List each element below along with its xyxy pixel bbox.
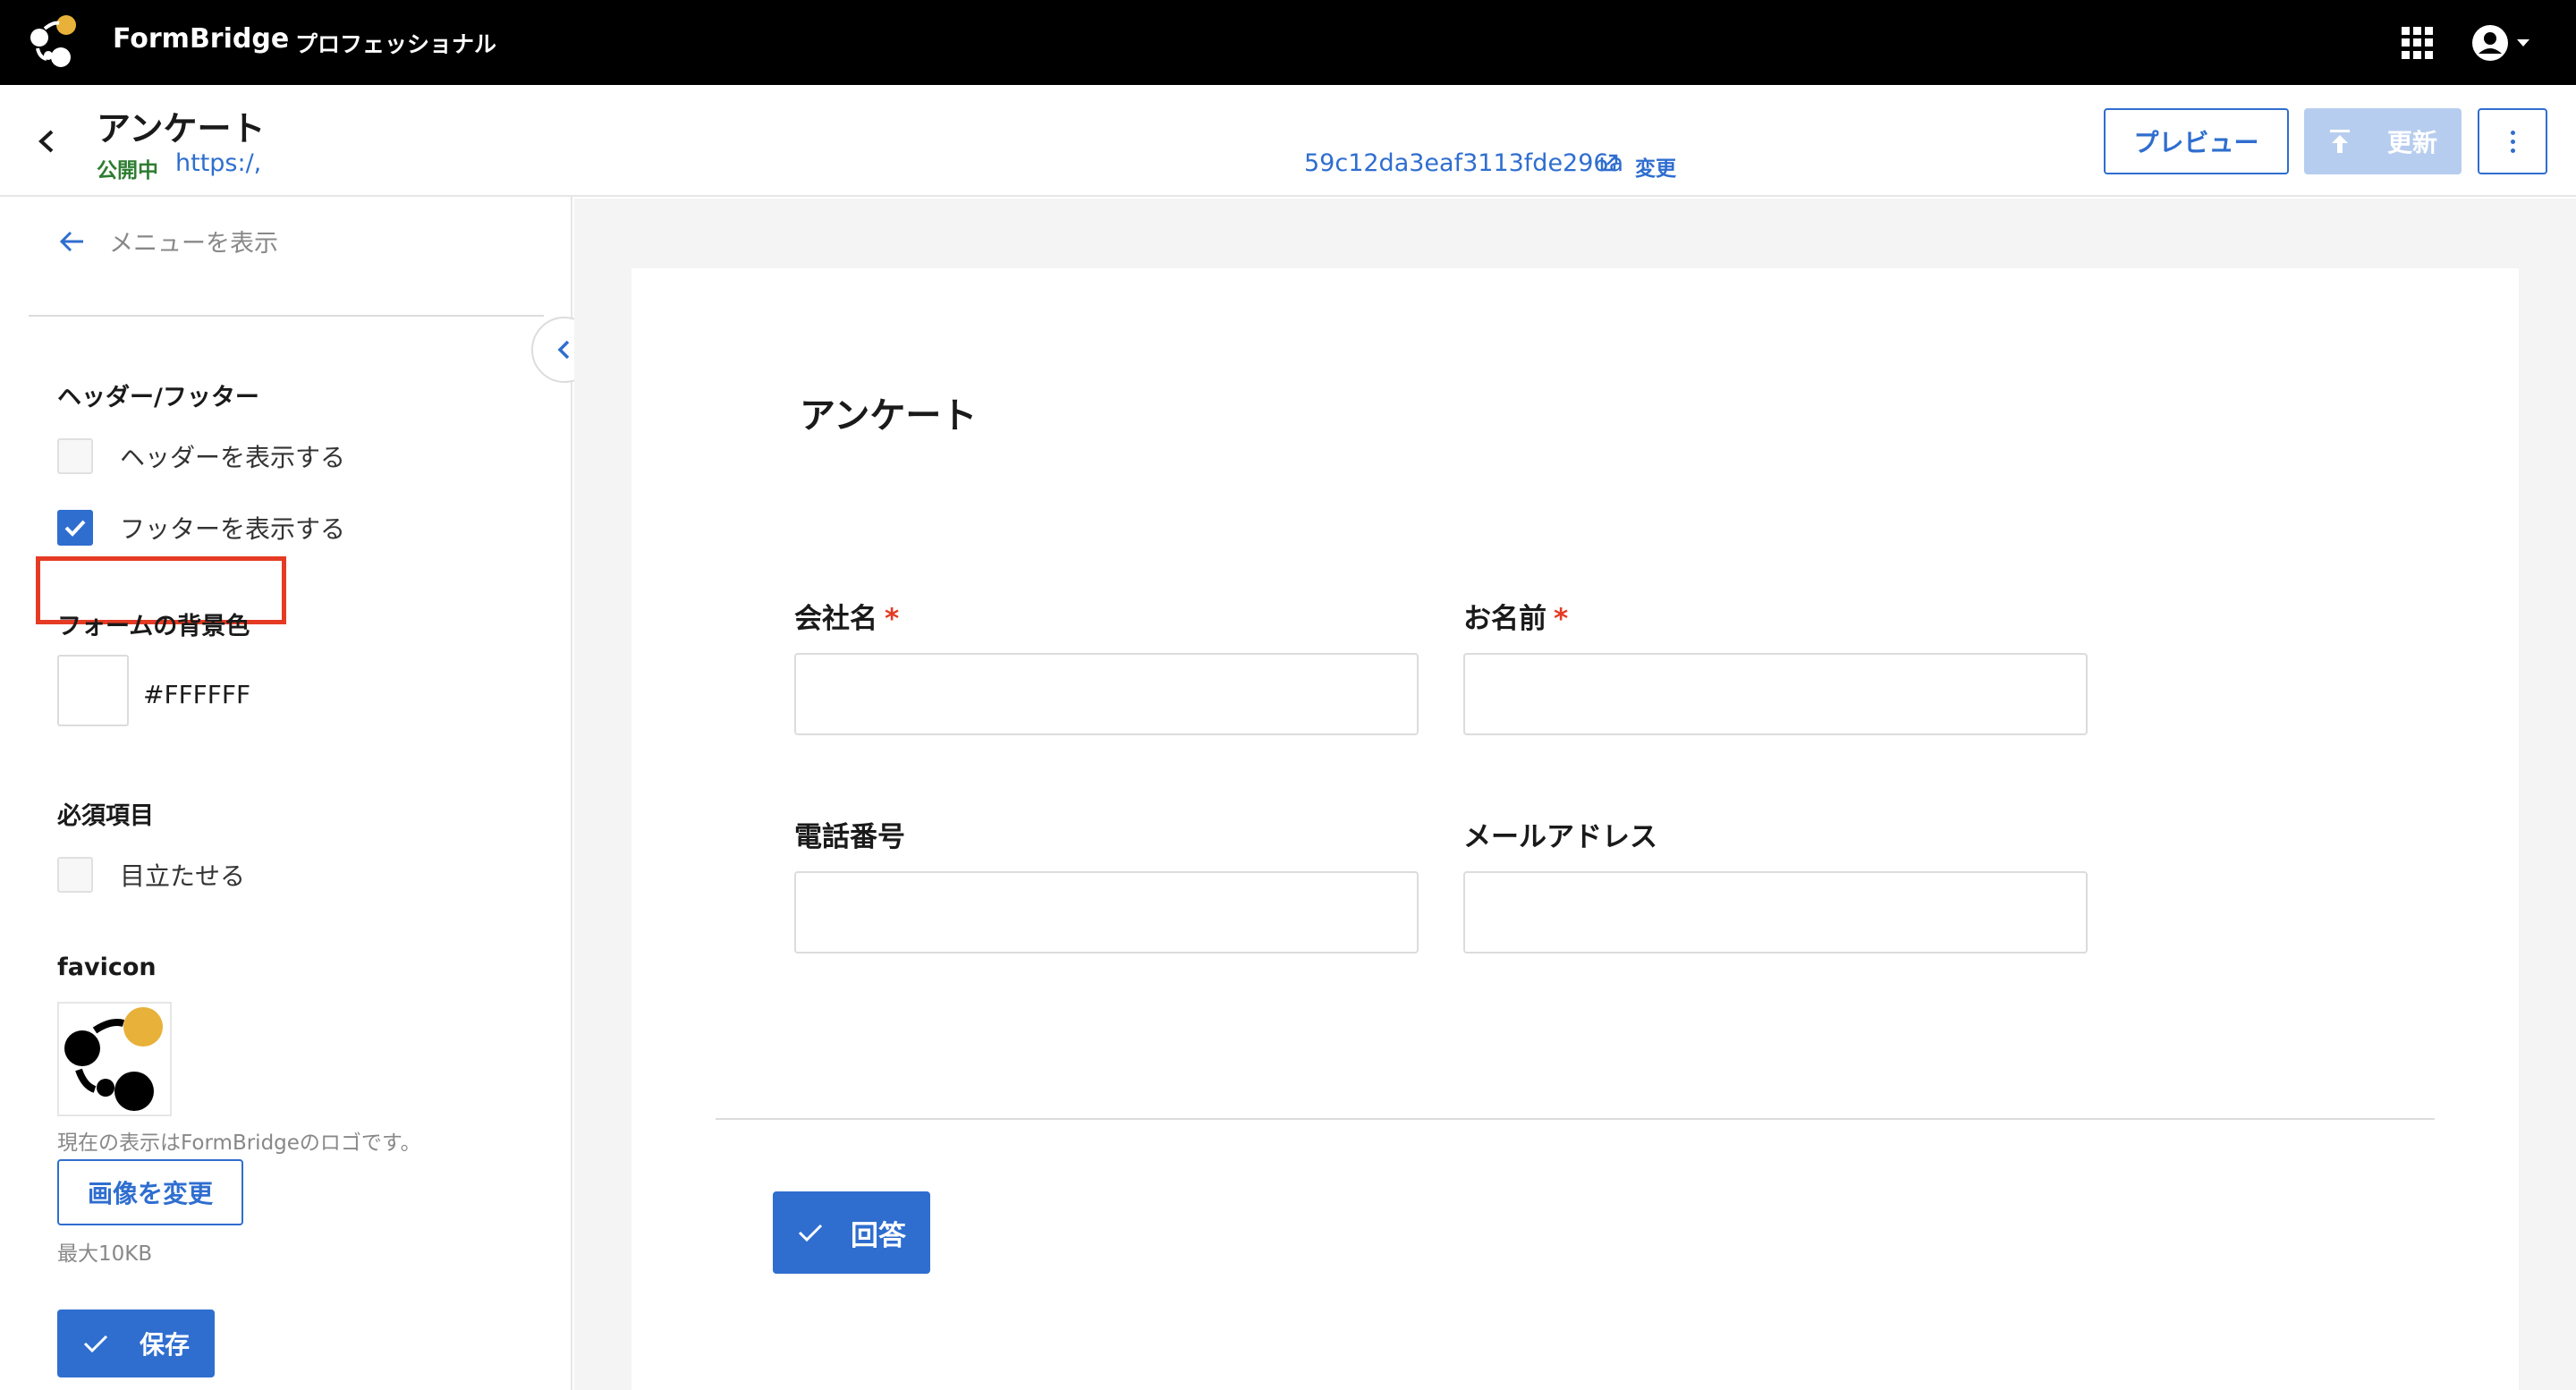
max-size-note: 最大10KB <box>57 1242 153 1266</box>
submit-button-label: 回答 <box>851 1219 906 1252</box>
settings-sidebar: メニューを表示 ヘッダー/フッター ヘッダーを表示する フッターを表示する フォ… <box>0 197 572 1390</box>
upload-icon <box>2329 130 2350 153</box>
email-input[interactable] <box>1463 871 2088 954</box>
top-navigation-bar: FormBridge プロフェッショナル <box>0 0 2576 85</box>
show-footer-option[interactable]: フッターを表示する <box>57 510 345 546</box>
arrow-left-icon <box>59 231 83 251</box>
checkmark-icon <box>64 520 86 537</box>
brand-name: FormBridge <box>113 23 290 55</box>
required-asterisk: * <box>1554 603 1569 635</box>
form-header-bar: アンケート 公開中 https:/, 59c12da3eaf3113fde296… <box>0 85 2576 197</box>
name-label: お名前 * <box>1463 603 1569 635</box>
favicon-note: 現在の表示はFormBridgeのロゴです。 <box>57 1131 421 1155</box>
plan-label: プロフェッショナル <box>295 31 497 57</box>
apps-grid-icon[interactable] <box>2402 27 2434 59</box>
back-arrow-icon[interactable] <box>34 128 61 155</box>
external-link-icon[interactable] <box>1599 153 1619 173</box>
form-divider <box>716 1118 2435 1120</box>
show-menu-label: メニューを表示 <box>109 230 278 258</box>
highlight-required-checkbox[interactable] <box>57 857 93 893</box>
status-badge: 公開中 <box>97 159 158 182</box>
save-button[interactable]: 保存 <box>57 1309 215 1377</box>
required-title: 必須項目 <box>57 802 154 830</box>
email-label: メールアドレス <box>1463 821 1657 853</box>
show-menu-link[interactable]: メニューを表示 <box>59 224 278 259</box>
submit-button[interactable]: 回答 <box>773 1191 930 1274</box>
form-url-end[interactable]: 59c12da3eaf3113fde296a <box>1304 149 1623 177</box>
more-options-icon[interactable] <box>2478 108 2547 174</box>
form-url-start[interactable]: https:/, <box>175 149 261 177</box>
bg-color-swatch[interactable] <box>57 655 129 726</box>
show-footer-label: フッターを表示する <box>120 514 346 544</box>
page-title: アンケート <box>97 109 266 148</box>
account-menu-icon[interactable] <box>2470 23 2535 63</box>
change-url-link[interactable]: 変更 <box>1635 151 1676 182</box>
chevron-left-icon <box>557 340 570 360</box>
sidebar-divider <box>29 315 544 317</box>
formbridge-logo[interactable] <box>27 13 84 70</box>
company-name-input[interactable] <box>794 653 1419 735</box>
checkmark-icon <box>83 1335 108 1353</box>
phone-input[interactable] <box>794 871 1419 954</box>
highlight-required-option[interactable]: 目立たせる <box>57 857 245 893</box>
favicon-preview <box>57 1002 172 1116</box>
form-title: アンケート <box>800 395 978 436</box>
favicon-logo-image <box>64 1007 163 1111</box>
name-input[interactable] <box>1463 653 2088 735</box>
show-footer-checkbox[interactable] <box>57 510 93 546</box>
favicon-title: favicon <box>57 954 157 981</box>
save-button-label: 保存 <box>139 1330 190 1360</box>
show-header-label: ヘッダーを表示する <box>120 443 346 472</box>
company-name-label: 会社名 * <box>794 603 900 635</box>
checkmark-icon <box>798 1224 823 1242</box>
phone-label: 電話番号 <box>794 821 905 853</box>
required-asterisk: * <box>885 603 900 635</box>
highlight-required-label: 目立たせる <box>120 861 246 891</box>
bg-color-title: フォームの背景色 <box>57 613 250 640</box>
show-header-checkbox[interactable] <box>57 438 93 474</box>
preview-button[interactable]: プレビュー <box>2104 108 2289 174</box>
header-footer-title: ヘッダー/フッター <box>57 384 259 411</box>
change-image-button[interactable]: 画像を変更 <box>57 1159 243 1225</box>
show-header-option[interactable]: ヘッダーを表示する <box>57 438 345 474</box>
update-button-label: 更新 <box>2386 128 2437 157</box>
bg-color-value: #FFFFFF <box>143 680 251 709</box>
update-button[interactable]: 更新 <box>2304 108 2462 174</box>
